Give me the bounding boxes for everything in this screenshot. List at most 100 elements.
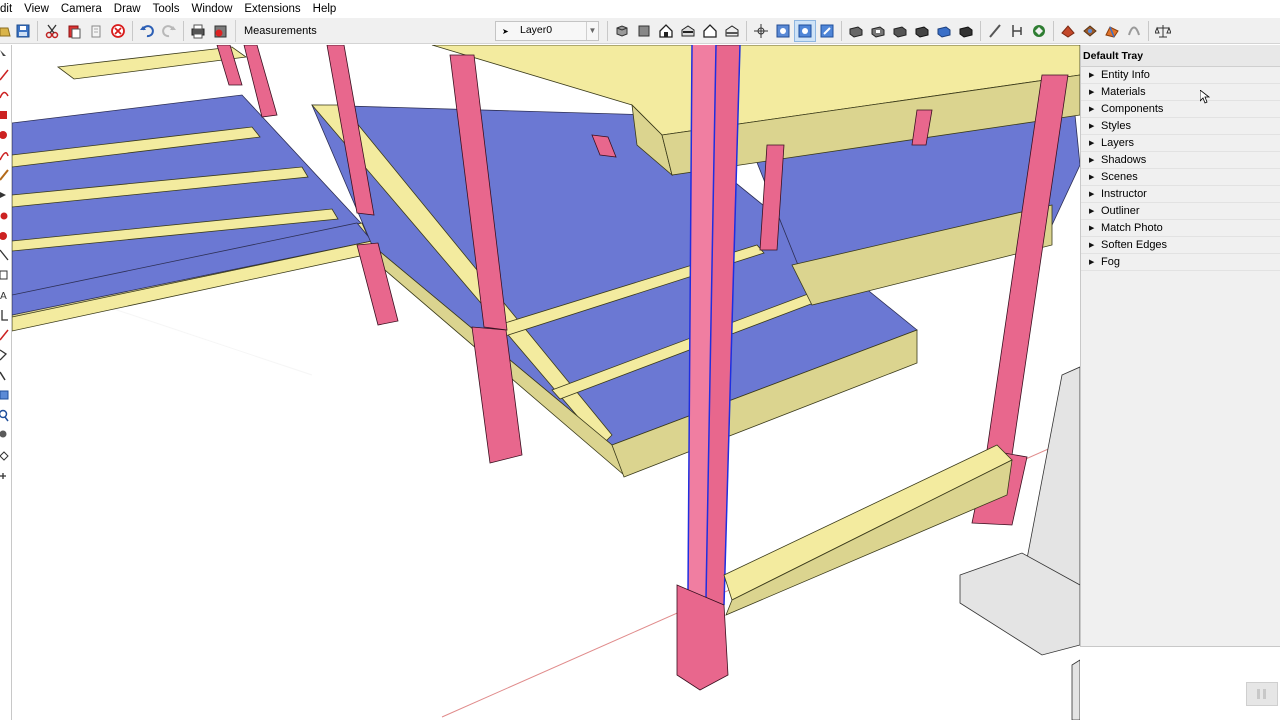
monochrome-icon[interactable] bbox=[955, 20, 977, 42]
menu-extensions[interactable]: Extensions bbox=[238, 0, 306, 18]
zoom-tool-icon[interactable] bbox=[0, 405, 12, 425]
expand-triangle-icon: ▶ bbox=[1089, 71, 1095, 79]
dimension-tool-icon[interactable] bbox=[0, 265, 12, 285]
resize-grip-icon[interactable] bbox=[1246, 682, 1278, 706]
toolbar-separator bbox=[1148, 20, 1149, 41]
menu-help[interactable]: Help bbox=[307, 0, 343, 18]
toolbar-separator bbox=[607, 20, 608, 41]
wireframe-icon[interactable] bbox=[867, 20, 889, 42]
menu-draw[interactable]: Draw bbox=[108, 0, 147, 18]
tray-panel-scenes[interactable]: ▶ Scenes bbox=[1081, 169, 1280, 186]
shaded-icon[interactable] bbox=[911, 20, 933, 42]
menu-view[interactable]: View bbox=[18, 0, 55, 18]
expand-triangle-icon: ▶ bbox=[1089, 88, 1095, 96]
expand-triangle-icon: ▶ bbox=[1089, 122, 1095, 130]
toolbar-separator bbox=[1053, 20, 1054, 41]
footing bbox=[1071, 659, 1080, 720]
paste-icon[interactable] bbox=[63, 20, 85, 42]
push-pull-tool-icon[interactable] bbox=[0, 185, 12, 205]
left-view-icon[interactable] bbox=[721, 20, 743, 42]
tape-measure-icon[interactable] bbox=[0, 245, 12, 265]
pointer-arrow-icon: ➤ bbox=[502, 26, 509, 36]
sandbox-icon[interactable] bbox=[1101, 20, 1123, 42]
line-tool-icon[interactable] bbox=[0, 65, 12, 85]
save-icon[interactable] bbox=[12, 20, 34, 42]
top-view-icon[interactable] bbox=[633, 20, 655, 42]
tray-panel-instructor[interactable]: ▶ Instructor bbox=[1081, 186, 1280, 203]
style-builder-icon[interactable] bbox=[1123, 20, 1145, 42]
back-view-icon[interactable] bbox=[699, 20, 721, 42]
shaded-texture-icon[interactable] bbox=[933, 20, 955, 42]
model-info-icon[interactable] bbox=[209, 20, 231, 42]
layout-icon[interactable] bbox=[1079, 20, 1101, 42]
tray-panel-match-photo[interactable]: ▶ Match Photo bbox=[1081, 220, 1280, 237]
tray-panel-materials[interactable]: ▶ Materials bbox=[1081, 84, 1280, 101]
pan-icon[interactable] bbox=[772, 20, 794, 42]
walk-tool-icon[interactable] bbox=[0, 425, 12, 445]
zoom-extents-icon[interactable] bbox=[816, 20, 838, 42]
erase-icon[interactable] bbox=[85, 20, 107, 42]
tray-panel-shadows[interactable]: ▶ Shadows bbox=[1081, 152, 1280, 169]
toolbar-separator bbox=[183, 20, 184, 41]
follow-me-icon[interactable] bbox=[0, 385, 12, 405]
menu-window[interactable]: Window bbox=[185, 0, 238, 18]
scale-icon[interactable] bbox=[1152, 20, 1174, 42]
mouse-cursor-icon bbox=[1199, 89, 1211, 107]
tray-panel-soften-edges[interactable]: ▶ Soften Edges bbox=[1081, 237, 1280, 254]
extension-warehouse-icon[interactable] bbox=[1057, 20, 1079, 42]
pencil-tool-icon[interactable] bbox=[0, 165, 12, 185]
zoom-icon[interactable] bbox=[794, 19, 816, 42]
expand-triangle-icon: ▶ bbox=[1089, 258, 1095, 266]
expand-triangle-icon: ▶ bbox=[1089, 156, 1095, 164]
rectangle-tool-icon[interactable] bbox=[0, 105, 12, 125]
default-tray: Default Tray ▶ Entity Info ▶ Materials ▶ Co… bbox=[1080, 45, 1280, 647]
warehouse-icon[interactable] bbox=[1028, 20, 1050, 42]
arc-tool-icon[interactable] bbox=[0, 145, 12, 165]
position-camera-icon[interactable] bbox=[0, 465, 12, 485]
cut-icon[interactable] bbox=[41, 20, 63, 42]
scale-tool-icon[interactable] bbox=[0, 345, 12, 365]
orbit-icon[interactable] bbox=[750, 20, 772, 42]
modeling-viewport[interactable] bbox=[12, 45, 1080, 720]
undo-icon[interactable] bbox=[136, 20, 158, 42]
structure-model[interactable] bbox=[12, 45, 1080, 720]
section-tool-icon[interactable] bbox=[0, 365, 12, 385]
tray-panel-fog[interactable]: ▶ Fog bbox=[1081, 254, 1280, 271]
menu-bar: dit View Camera Draw Tools Window Extens… bbox=[0, 0, 1280, 18]
xray-icon[interactable] bbox=[845, 20, 867, 42]
measurements-label: Measurements bbox=[235, 19, 495, 42]
layer-dropdown[interactable]: ➤ Layer0 ▼ bbox=[495, 20, 599, 41]
axes-tool-icon[interactable] bbox=[0, 305, 12, 325]
svg-text:A: A bbox=[0, 291, 7, 302]
iso-view-icon[interactable] bbox=[611, 20, 633, 42]
toolbar-separator bbox=[980, 20, 981, 41]
paint-bucket-icon[interactable] bbox=[0, 205, 12, 225]
open-icon[interactable] bbox=[0, 20, 12, 42]
section-plane-icon[interactable] bbox=[984, 20, 1006, 42]
chevron-down-icon[interactable]: ▼ bbox=[586, 21, 598, 40]
circle-tool-icon[interactable] bbox=[0, 125, 12, 145]
section-display-icon[interactable] bbox=[1006, 20, 1028, 42]
right-view-icon[interactable] bbox=[677, 20, 699, 42]
protractor-tool-icon[interactable] bbox=[0, 325, 12, 345]
expand-triangle-icon: ▶ bbox=[1089, 139, 1095, 147]
tray-panel-layers[interactable]: ▶ Layers bbox=[1081, 135, 1280, 152]
tray-panel-styles[interactable]: ▶ Styles bbox=[1081, 118, 1280, 135]
menu-edit[interactable]: dit bbox=[0, 0, 18, 18]
look-around-icon[interactable] bbox=[0, 445, 12, 465]
print-icon[interactable] bbox=[187, 20, 209, 42]
freehand-tool-icon[interactable] bbox=[0, 85, 12, 105]
front-view-icon[interactable] bbox=[655, 20, 677, 42]
stop-icon[interactable] bbox=[107, 20, 129, 42]
menu-tools[interactable]: Tools bbox=[147, 0, 186, 18]
text-tool-icon[interactable]: A bbox=[0, 285, 12, 305]
tray-panel-components[interactable]: ▶ Components bbox=[1081, 101, 1280, 118]
hidden-line-icon[interactable] bbox=[889, 20, 911, 42]
eraser-tool-icon[interactable] bbox=[0, 225, 12, 245]
tray-panel-outliner[interactable]: ▶ Outliner bbox=[1081, 203, 1280, 220]
tray-title: Default Tray bbox=[1081, 45, 1280, 67]
redo-icon[interactable] bbox=[158, 20, 180, 42]
select-tool-icon[interactable] bbox=[0, 45, 12, 65]
menu-camera[interactable]: Camera bbox=[55, 0, 108, 18]
tray-panel-entity-info[interactable]: ▶ Entity Info bbox=[1081, 67, 1280, 84]
